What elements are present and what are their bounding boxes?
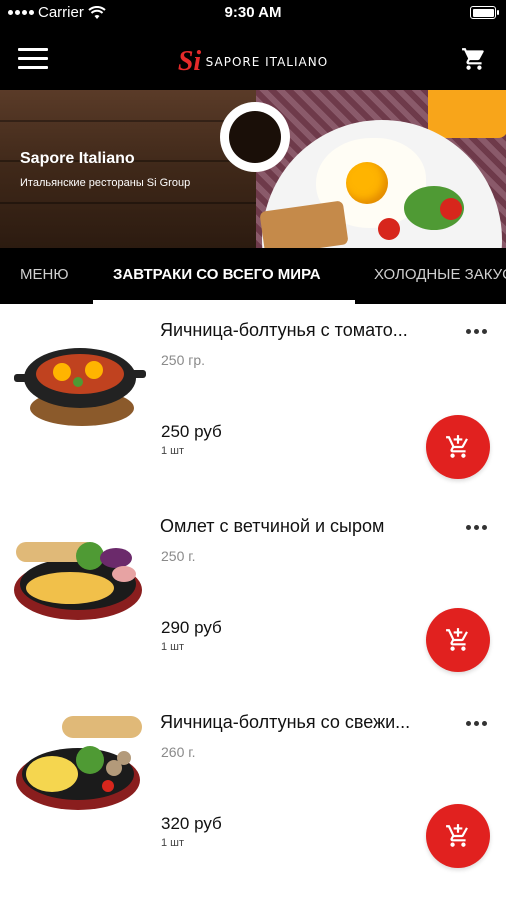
product-item[interactable]: Яичница-болтунья с томато... 250 гр. 250…	[0, 304, 506, 500]
add-to-cart-icon	[446, 628, 468, 651]
product-weight: 250 гр.	[161, 352, 206, 368]
more-options-icon[interactable]	[466, 324, 490, 338]
product-item[interactable]: Яичница-болтунья со свежи... 260 г. 320 …	[0, 696, 506, 892]
logo-mark: Si	[177, 46, 202, 77]
cart-icon[interactable]	[460, 46, 488, 72]
product-name: Яичница-болтунья со свежи...	[160, 712, 411, 732]
hero-subtitle: Итальянские рестораны Si Group	[20, 177, 191, 189]
product-image	[14, 348, 146, 426]
product-image	[14, 542, 142, 620]
tab-menu[interactable]: МЕНЮ	[20, 266, 69, 283]
more-options-icon[interactable]	[466, 520, 490, 534]
tab-breakfasts[interactable]: ЗАВТРАКИ СО ВСЕГО МИРА	[113, 266, 321, 283]
product-name: Омлет с ветчиной и сыром	[160, 516, 385, 536]
product-quantity: 1 шт	[161, 641, 185, 653]
hero-banner: Sapore Italiano Итальянские рестораны Si…	[0, 90, 506, 248]
product-weight: 260 г.	[161, 744, 196, 760]
add-to-cart-icon	[446, 435, 468, 458]
battery-icon	[470, 6, 499, 19]
add-to-cart-button[interactable]	[426, 415, 490, 479]
product-image	[16, 716, 142, 810]
app-header: Si SAPORE ITALIANO	[0, 28, 506, 90]
add-to-cart-button[interactable]	[426, 804, 490, 868]
add-to-cart-button[interactable]	[426, 608, 490, 672]
status-time: 9:30 AM	[224, 4, 282, 21]
product-item[interactable]: Омлет с ветчиной и сыром 250 г. 290 руб …	[0, 500, 506, 696]
brand-logo: Si SAPORE ITALIANO	[0, 46, 506, 78]
more-options-icon[interactable]	[466, 716, 490, 730]
hero-title: Sapore Italiano	[20, 150, 135, 167]
tab-cold-starters[interactable]: ХОЛОДНЫЕ ЗАКУСКИ	[374, 266, 506, 283]
category-tabs: МЕНЮ ЗАВТРАКИ СО ВСЕГО МИРА ХОЛОДНЫЕ ЗАК…	[0, 248, 506, 304]
product-quantity: 1 шт	[161, 837, 185, 849]
product-name: Яичница-болтунья с томато...	[160, 320, 408, 340]
product-price: 250 руб	[161, 422, 222, 441]
product-price: 320 руб	[161, 814, 222, 833]
add-to-cart-icon	[446, 824, 468, 847]
product-price: 290 руб	[161, 618, 222, 637]
status-bar: Carrier 9:30 AM	[0, 0, 506, 28]
logo-text: SAPORE ITALIANO	[205, 55, 329, 69]
product-weight: 250 г.	[161, 548, 196, 564]
product-quantity: 1 шт	[161, 445, 185, 457]
